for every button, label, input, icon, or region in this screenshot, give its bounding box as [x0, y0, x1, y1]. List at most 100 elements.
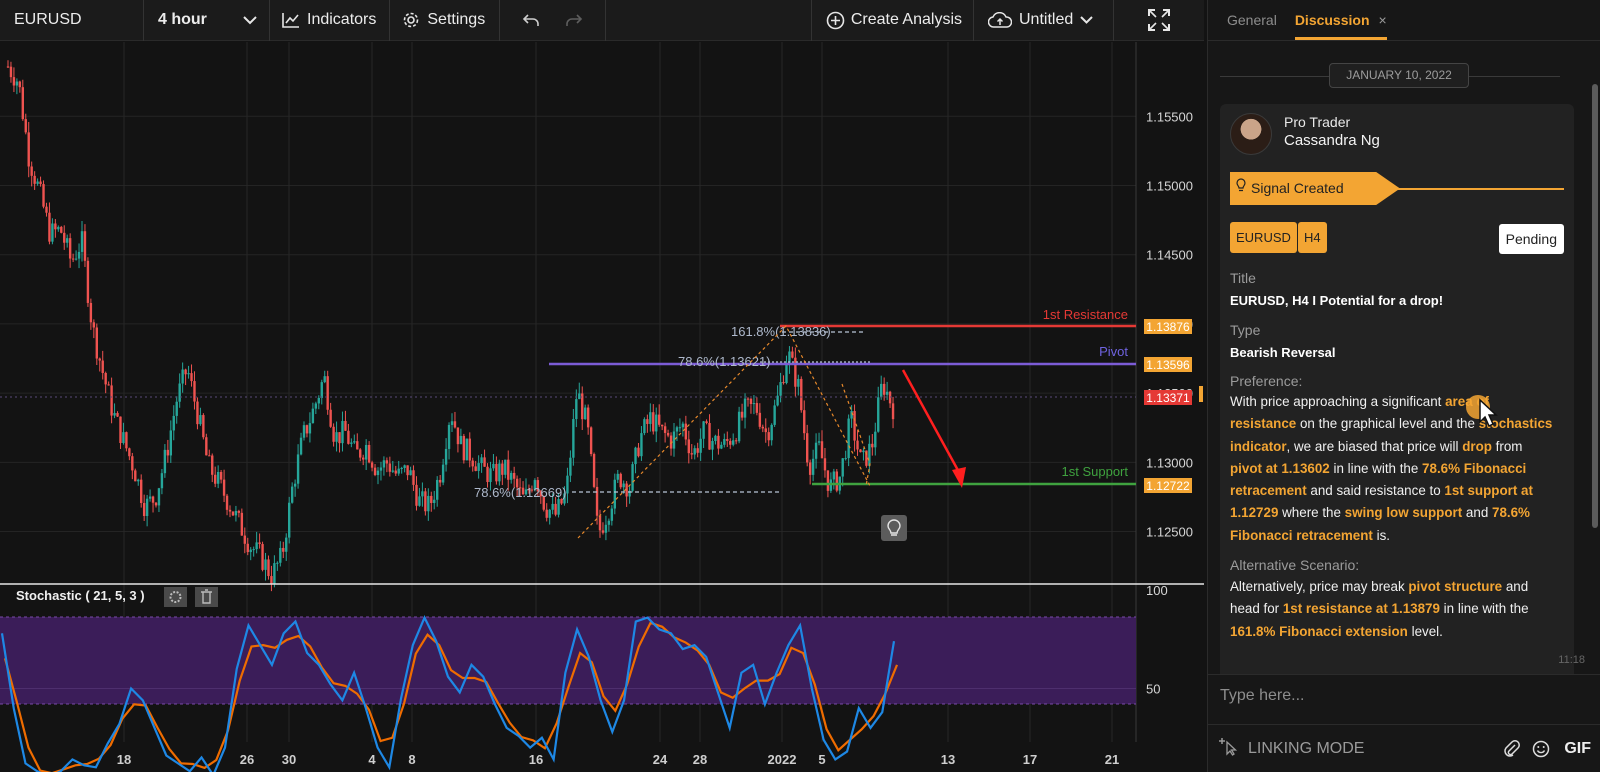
stochastic-axis: 100500 [1146, 583, 1168, 697]
candle-body [225, 495, 229, 510]
candle-body [199, 415, 202, 425]
tab-discussion[interactable]: Discussion × [1294, 12, 1387, 40]
candle-body [323, 376, 326, 383]
candle-body [77, 251, 81, 259]
candle-body [367, 444, 371, 463]
signal-label: Signal Created [1251, 180, 1344, 196]
title-value: EURUSD, H4 I Potential for a drop! [1230, 293, 1444, 308]
candle-body [391, 470, 394, 472]
gear-icon [402, 11, 420, 29]
candle-body [261, 544, 264, 570]
candle-body [877, 397, 880, 432]
message-input[interactable] [1220, 687, 1589, 705]
tab-general[interactable]: General [1227, 12, 1277, 40]
candle-body [193, 381, 196, 402]
candle-body [63, 232, 66, 243]
price-tick-label: 1.14500 [1146, 248, 1193, 263]
indicator-settings-button[interactable] [164, 587, 187, 607]
candle-body [264, 559, 267, 570]
avatar[interactable] [1230, 113, 1272, 155]
candle-body [350, 442, 353, 444]
settings-label: Settings [427, 11, 486, 28]
projection-arrow[interactable] [901, 369, 962, 475]
idea-marker[interactable] [881, 515, 907, 541]
emoji-icon[interactable] [1532, 740, 1550, 758]
candle-body [806, 433, 809, 463]
timeframe-chip[interactable]: H4 [1298, 222, 1327, 253]
candle-body [151, 496, 155, 503]
paperclip-icon[interactable] [1504, 739, 1521, 758]
candle-body [441, 464, 445, 483]
link-cursor-icon[interactable] [1218, 736, 1240, 761]
candle-body [6, 66, 10, 68]
candle-body [427, 495, 430, 512]
candle-body [359, 449, 362, 458]
close-icon[interactable]: × [1379, 12, 1387, 28]
candle-body [817, 441, 821, 443]
candle-body [882, 383, 886, 395]
candle-body [222, 479, 226, 496]
candle-body [471, 460, 474, 467]
type-value: Bearish Reversal [1230, 345, 1336, 360]
candle-body [450, 421, 454, 425]
date-tick-label: 28 [693, 752, 707, 767]
candle-body [382, 460, 386, 468]
layout-dropdown[interactable]: Untitled [974, 0, 1114, 41]
candle-body [273, 563, 276, 585]
candle-body [95, 327, 98, 359]
price-tick-label: 1.15500 [1146, 109, 1193, 124]
message-time: 11:18 [1558, 654, 1585, 666]
symbol-chip[interactable]: EURUSD [1230, 222, 1297, 253]
date-tick-label: 4 [368, 752, 376, 767]
candle-body [453, 421, 457, 428]
date-tick-label: 8 [408, 752, 415, 767]
candle-body [841, 458, 844, 477]
candle-body [285, 537, 288, 552]
candle-body [270, 576, 273, 585]
candle-body [205, 437, 208, 456]
date-tick-label: 18 [117, 752, 131, 767]
candle-body [172, 415, 175, 431]
candle-body [104, 372, 107, 385]
settings-button[interactable]: Settings [390, 0, 501, 41]
candle-body [729, 440, 732, 445]
candle-body [755, 403, 759, 413]
candle-body [438, 479, 442, 483]
candle-body [660, 424, 664, 427]
candle-body [308, 423, 312, 434]
interval-dropdown[interactable]: 4 hour [144, 0, 270, 41]
redo-icon[interactable] [565, 13, 583, 27]
candle-body [33, 175, 36, 184]
author-name[interactable]: Cassandra Ng [1284, 132, 1380, 149]
panel-resize-handle[interactable] [1199, 386, 1203, 402]
candle-body [708, 422, 711, 450]
candle-body [726, 439, 729, 441]
candle-body [246, 543, 249, 553]
date-tick-label: 16 [529, 752, 543, 767]
create-analysis-button[interactable]: Create Analysis [812, 0, 974, 41]
candle-body [370, 462, 374, 468]
candle-body [98, 358, 101, 361]
candle-body [68, 238, 72, 259]
candle-body [468, 438, 471, 461]
symbol-selector[interactable]: EURUSD [0, 0, 144, 41]
linking-mode-label[interactable]: LINKING MODE [1248, 740, 1492, 758]
undo-icon[interactable] [522, 13, 540, 27]
candle-body [9, 66, 13, 78]
fullscreen-button[interactable] [1114, 0, 1204, 41]
current-price: 1.13371 [1146, 391, 1190, 405]
feed-scrollbar[interactable] [1592, 84, 1598, 528]
indicators-button[interactable]: Indicators [270, 0, 391, 41]
mouse-pointer-icon [1479, 398, 1498, 428]
candle-body [717, 435, 720, 449]
candle-body [403, 465, 406, 468]
support-price: 1.12722 [1146, 479, 1190, 493]
candle-body [604, 524, 608, 533]
price-chart[interactable]: 1st Resistance Pivot 1st Support 161.8%(… [0, 42, 1204, 772]
candle-body [880, 383, 883, 398]
candle-body [888, 391, 892, 404]
side-panel: General Discussion × JANUARY 10, 2022 Pr… [1207, 0, 1600, 772]
gif-button[interactable]: GIF [1564, 740, 1591, 758]
candle-body [216, 471, 220, 484]
discussion-feed[interactable]: JANUARY 10, 2022 Pro Trader Cassandra Ng… [1208, 42, 1600, 674]
